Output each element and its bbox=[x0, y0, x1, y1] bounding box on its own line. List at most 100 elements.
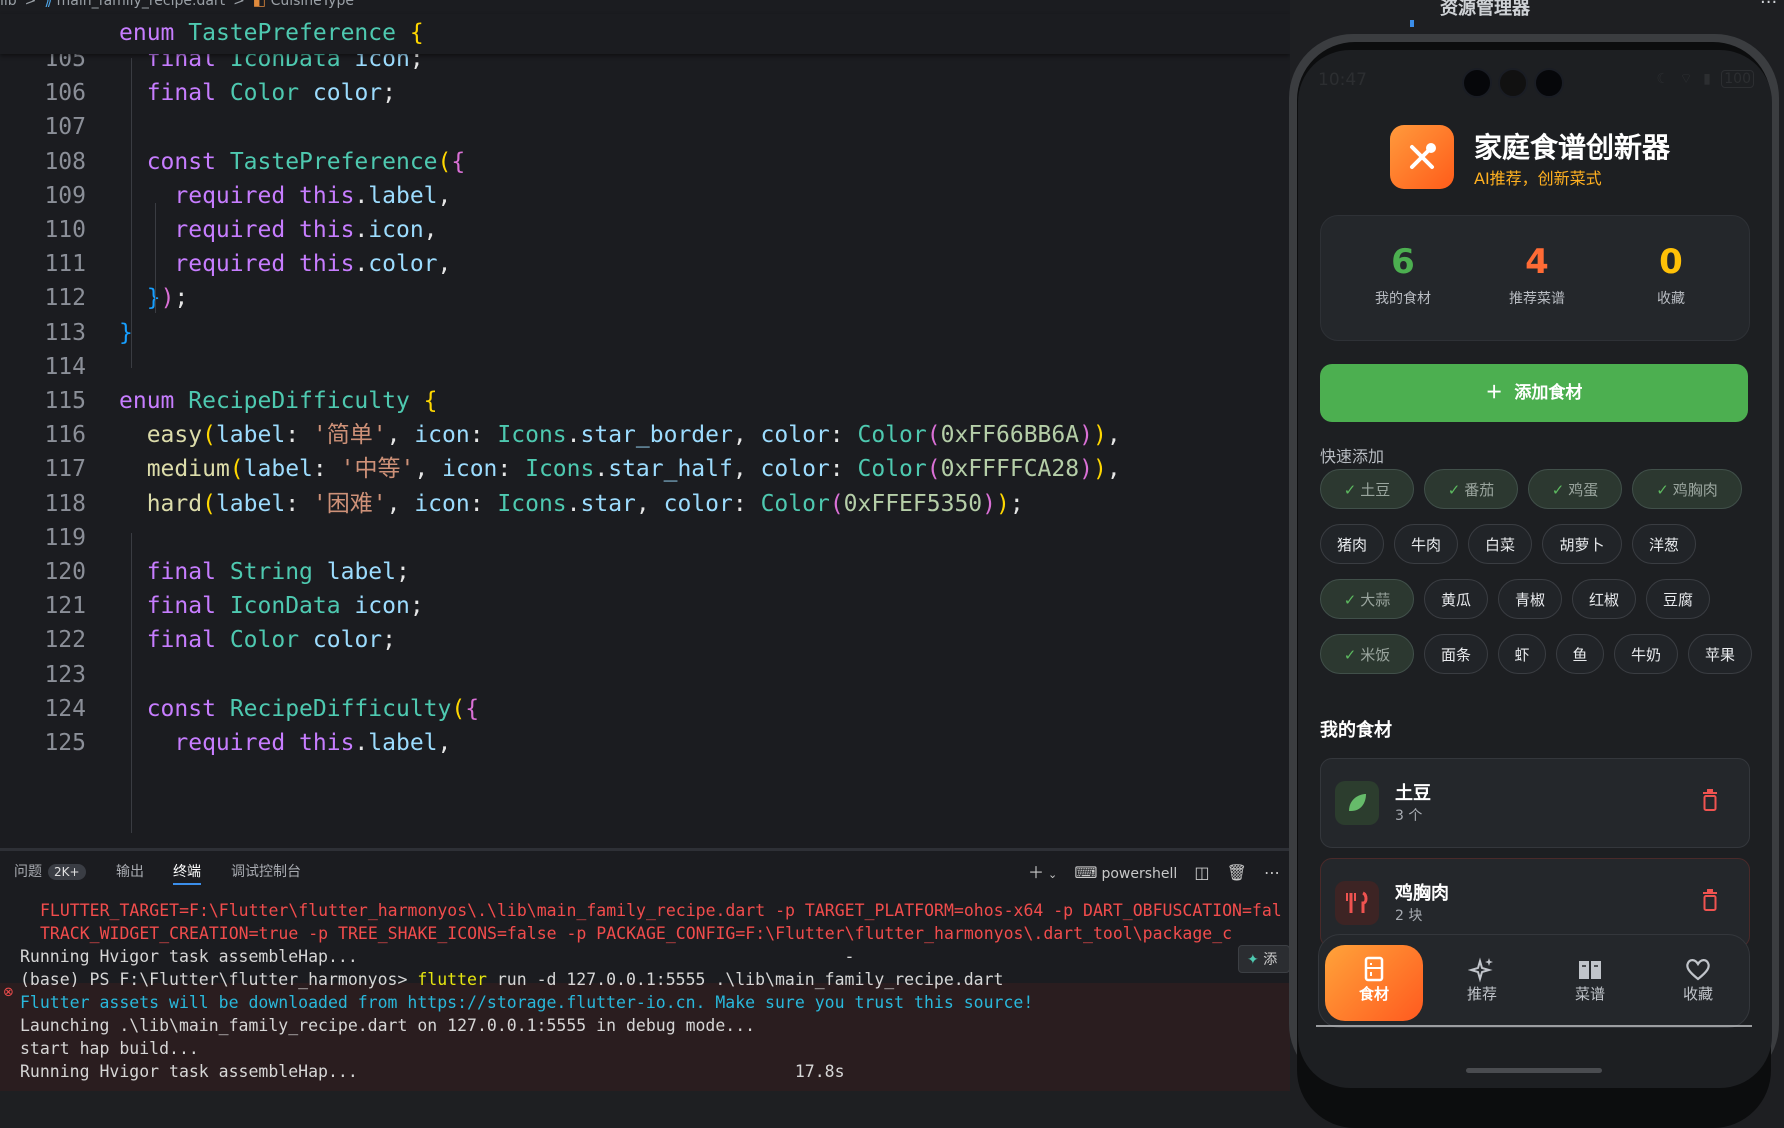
chip-label: 豆腐 bbox=[1662, 591, 1693, 609]
code-editor[interactable]: lib > ⟫ main_family_recipe.dart > ◧ CuisineT… bbox=[0, 0, 1290, 848]
ingredient-chip[interactable]: 胡萝卜 bbox=[1542, 524, 1622, 564]
code-line[interactable]: 116 easy(label: '简单', icon: Icons.star_b… bbox=[0, 416, 1290, 454]
line-number: 120 bbox=[44, 559, 86, 585]
code-line[interactable]: 112 }); bbox=[0, 279, 1290, 317]
code-line[interactable]: 115 enum RecipeDifficulty { bbox=[0, 382, 1290, 420]
status-bar: 10:47 ☾ ⌔ ▮ 100 bbox=[1298, 62, 1772, 98]
wifi-icon: ⌔ bbox=[1679, 71, 1696, 87]
code-text: required this.color, bbox=[174, 251, 452, 278]
chip-label: 牛奶 bbox=[1630, 646, 1661, 664]
stat-value: 0 bbox=[1659, 242, 1683, 282]
ingredient-chip[interactable]: 黄瓜 bbox=[1424, 579, 1488, 619]
camera-icon bbox=[1534, 68, 1564, 98]
ingredient-chip[interactable]: 牛奶 bbox=[1614, 634, 1678, 674]
ingredient-chip[interactable]: 虾 bbox=[1498, 634, 1546, 674]
code-text: final Color color; bbox=[146, 80, 397, 107]
ingredient-chip[interactable]: 牛肉 bbox=[1394, 524, 1458, 564]
ingredient-chip[interactable]: 洋葱 bbox=[1632, 524, 1696, 564]
ingredient-chip[interactable]: 猪肉 bbox=[1320, 524, 1384, 564]
code-line[interactable]: 109 required this.label, bbox=[0, 177, 1290, 215]
code-line[interactable]: 113} bbox=[0, 314, 1290, 352]
code-line[interactable]: 114 bbox=[0, 348, 1290, 386]
nav-item[interactable]: 收藏 bbox=[1649, 945, 1747, 1021]
code-line[interactable]: 123 bbox=[0, 656, 1290, 694]
code-line[interactable]: 117 medium(label: '中等', icon: Icons.star… bbox=[0, 450, 1290, 488]
tab-output[interactable]: 输出 bbox=[116, 861, 144, 881]
trash-icon[interactable]: 🗑 bbox=[1227, 863, 1247, 882]
code-line[interactable]: 119 bbox=[0, 519, 1290, 557]
book-icon bbox=[1541, 955, 1639, 983]
code-line[interactable]: 121 final IconData icon; bbox=[0, 587, 1290, 625]
shell-label[interactable]: powershell bbox=[1101, 866, 1177, 882]
error-circle-icon[interactable]: ⊗ bbox=[3, 985, 14, 1000]
tab-problems[interactable]: 问题 2K+ bbox=[14, 861, 86, 881]
nav-item[interactable]: 菜谱 bbox=[1541, 945, 1639, 1021]
nav-item[interactable]: 推荐 bbox=[1433, 945, 1531, 1021]
code-line[interactable]: 106 final Color color; bbox=[0, 74, 1290, 112]
code-line[interactable]: 110 required this.icon, bbox=[0, 211, 1290, 249]
ingredient-chip[interactable]: ✓ 鸡胸肉 bbox=[1632, 469, 1742, 509]
code-line[interactable]: 108 const TastePreference({ bbox=[0, 143, 1290, 181]
code-line[interactable]: 124 const RecipeDifficulty({ bbox=[0, 690, 1290, 728]
ingredient-chip[interactable]: 青椒 bbox=[1498, 579, 1562, 619]
code-line[interactable]: 120 final String label; bbox=[0, 553, 1290, 591]
line-number: 111 bbox=[44, 251, 86, 278]
terminal-line: (base) PS F:\Flutter\flutter_harmonyos> … bbox=[20, 970, 1004, 989]
code-text: const RecipeDifficulty({ bbox=[146, 695, 480, 722]
more-icon[interactable]: ··· bbox=[1760, 0, 1777, 13]
sticky-line: enum TastePreference { bbox=[119, 20, 424, 46]
ingredient-chip[interactable]: 红椒 bbox=[1572, 579, 1636, 619]
phone-screen: 10:47 ☾ ⌔ ▮ 100 家庭食谱创新器 AI推荐，创新菜式 6 我的食材 4… bbox=[1298, 50, 1772, 1088]
line-number: 121 bbox=[44, 593, 86, 620]
ingredient-chip[interactable]: 鱼 bbox=[1556, 634, 1604, 674]
code-text: const TastePreference({ bbox=[146, 148, 466, 175]
code-line[interactable]: 107 bbox=[0, 108, 1290, 146]
chip-label: 鸡胸肉 bbox=[1672, 481, 1718, 499]
ingredient-quantity: 3 个 bbox=[1395, 808, 1423, 824]
ingredient-chip[interactable]: ✓ 土豆 bbox=[1320, 469, 1414, 509]
chip-label: 红椒 bbox=[1588, 591, 1619, 609]
ingredient-chip[interactable]: 面条 bbox=[1424, 634, 1488, 674]
nav-item[interactable]: 食材 bbox=[1325, 945, 1423, 1021]
problems-badge: 2K+ bbox=[48, 864, 86, 880]
trash-icon[interactable] bbox=[1701, 789, 1719, 815]
more-icon[interactable]: ⋯ bbox=[1264, 863, 1280, 882]
trash-icon[interactable] bbox=[1701, 889, 1719, 915]
status-icons: ☾ ⌔ ▮ 100 bbox=[1656, 70, 1754, 88]
ingredient-card[interactable]: 土豆 3 个 bbox=[1320, 758, 1750, 848]
bottom-panel: 问题 2K+ 输出 终端 调试控制台 ＋ ⌄ ⌨ powershell ◫ 🗑 ⋯ ⊗… bbox=[0, 848, 1290, 1091]
ingredient-chip[interactable]: ✓ 鸡蛋 bbox=[1528, 469, 1622, 509]
code-text: medium(label: '中等', icon: Icons.star_hal… bbox=[146, 456, 1121, 483]
ingredient-chip[interactable]: 白菜 bbox=[1468, 524, 1532, 564]
add-ingredient-button[interactable]: ＋ 添加食材 bbox=[1320, 364, 1748, 422]
breadcrumb-item[interactable]: lib bbox=[0, 0, 17, 8]
ingredient-chip[interactable]: ✓ 番茄 bbox=[1424, 469, 1518, 509]
code-line[interactable]: 125 required this.label, bbox=[0, 724, 1290, 762]
chip-label: 牛肉 bbox=[1410, 536, 1441, 554]
terminal-line: start hap build... bbox=[20, 1039, 199, 1058]
new-terminal-icon[interactable]: ＋ bbox=[1028, 863, 1044, 882]
sticky-scroll-header[interactable]: enum TastePreference { bbox=[0, 14, 1290, 54]
code-line[interactable]: 111 required this.color, bbox=[0, 245, 1290, 283]
ingredient-chip[interactable]: ✓ 米饭 bbox=[1320, 634, 1414, 674]
chevron-down-icon[interactable]: ⌄ bbox=[1048, 868, 1057, 881]
add-chat-button[interactable]: ✦ 添 bbox=[1238, 945, 1290, 973]
indent-guide bbox=[131, 58, 132, 368]
chip-label: 猪肉 bbox=[1336, 536, 1367, 554]
ingredient-chip[interactable]: 苹果 bbox=[1688, 634, 1752, 674]
code-line[interactable]: 122 final Color color; bbox=[0, 621, 1290, 659]
code-line[interactable]: 118 hard(label: '困难', icon: Icons.star, … bbox=[0, 485, 1290, 523]
split-icon[interactable]: ◫ bbox=[1194, 863, 1209, 882]
home-indicator[interactable] bbox=[1466, 1068, 1602, 1073]
ingredient-chip[interactable]: ✓ 大蒜 bbox=[1320, 579, 1414, 619]
tab-terminal[interactable]: 终端 bbox=[173, 861, 201, 885]
tab-debug-console[interactable]: 调试控制台 bbox=[231, 861, 301, 881]
battery-icon: 100 bbox=[1721, 70, 1754, 88]
breadcrumb-item[interactable]: ◧ CuisineType bbox=[253, 0, 354, 8]
code-text: final IconData icon; bbox=[146, 593, 424, 620]
chip-label: 番茄 bbox=[1464, 481, 1495, 499]
breadcrumb-item[interactable]: ⟫ main_family_recipe.dart bbox=[44, 0, 225, 8]
line-number: 112 bbox=[44, 285, 86, 312]
line-number: 122 bbox=[44, 627, 86, 654]
ingredient-chip[interactable]: 豆腐 bbox=[1646, 579, 1710, 619]
